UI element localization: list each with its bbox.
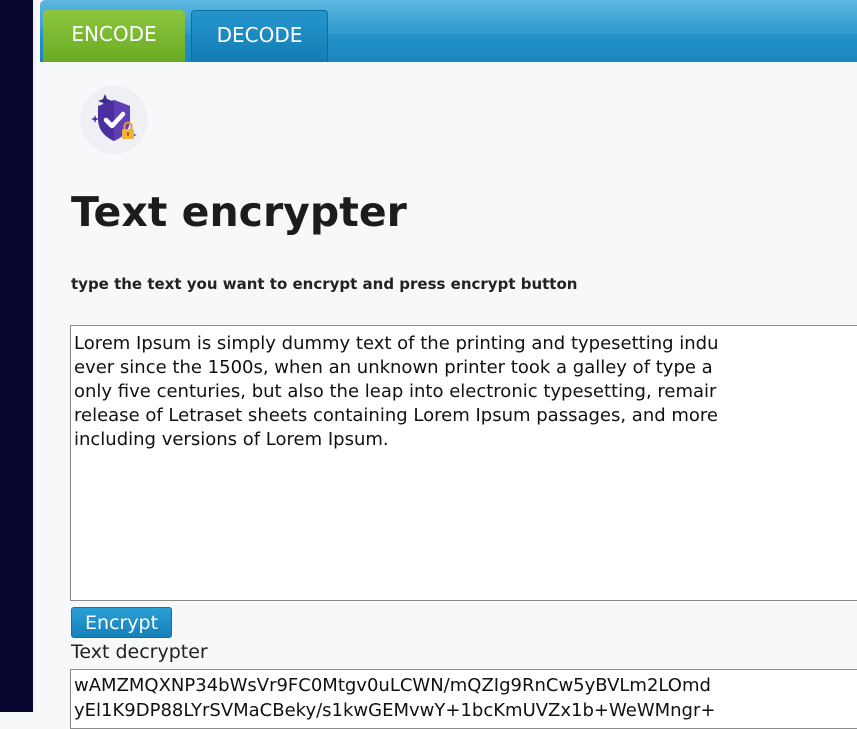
left-rail <box>0 0 33 712</box>
plaintext-input[interactable]: Lorem Ipsum is simply dummy text of the … <box>70 325 857 601</box>
encrypt-button[interactable]: Encrypt <box>71 607 172 638</box>
instruction-text: type the text you want to encrypt and pr… <box>71 275 578 293</box>
tab-decode[interactable]: DECODE <box>191 10 328 62</box>
page-title: Text encrypter <box>71 188 407 236</box>
tab-encode[interactable]: ENCODE <box>43 10 185 62</box>
tab-bar: ENCODE DECODE <box>40 0 857 62</box>
decrypter-label: Text decrypter <box>71 641 208 663</box>
ciphertext-output[interactable]: wAMZMQXNP34bWsVr9FC0Mtgv0uLCWN/mQZIg9RnC… <box>70 669 857 729</box>
shield-check-lock-icon <box>80 86 148 154</box>
rail-edge <box>33 0 36 712</box>
